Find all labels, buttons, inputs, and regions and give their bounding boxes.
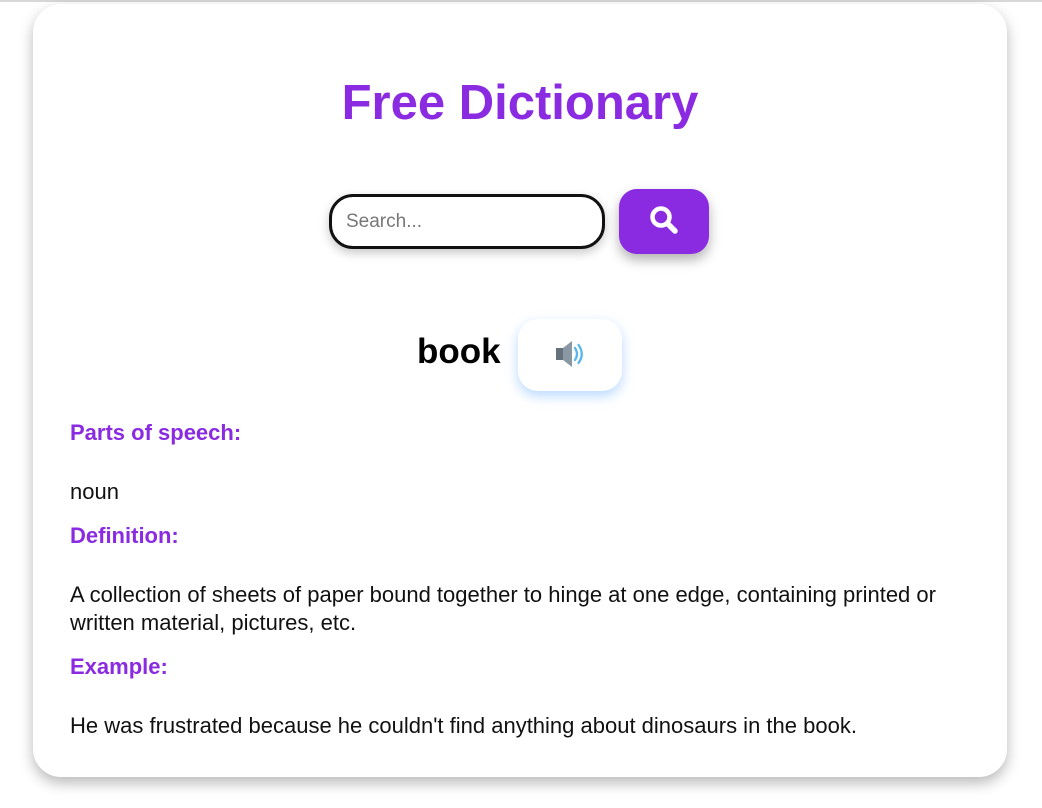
- example-value: He was frustrated because he couldn't fi…: [70, 713, 857, 738]
- example-label: Example:: [70, 654, 168, 679]
- search-input[interactable]: [329, 194, 605, 249]
- search-button[interactable]: [619, 189, 709, 254]
- page-title: Free Dictionary: [341, 76, 699, 130]
- definition-value: A collection of sheets of paper bound to…: [70, 582, 936, 635]
- speaker-icon: [552, 338, 588, 373]
- parts-of-speech-value: noun: [70, 479, 119, 504]
- parts-of-speech-label: Parts of speech:: [70, 420, 242, 445]
- word-title: book: [417, 332, 501, 371]
- definition-label: Definition:: [70, 523, 179, 548]
- dictionary-card: Free Dictionary book Par: [33, 4, 1007, 777]
- search-icon: [648, 204, 680, 239]
- top-border: [0, 0, 1042, 2]
- search-bar: [329, 189, 709, 259]
- pronunciation-button[interactable]: [518, 319, 622, 391]
- word-header: book: [33, 314, 1007, 394]
